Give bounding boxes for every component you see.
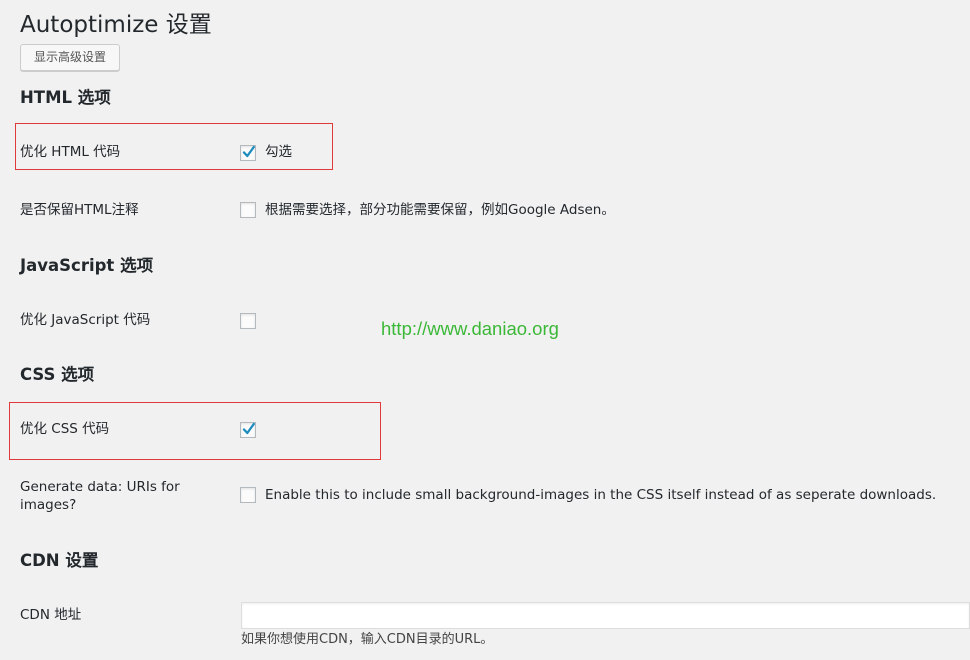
keep-html-comments-label: 是否保留HTML注释 (20, 202, 139, 218)
cdn-url-description: 如果你想使用CDN，输入CDN目录的URL。 (241, 632, 494, 647)
optimize-javascript-checkbox[interactable] (240, 313, 256, 329)
cdn-url-input[interactable] (241, 602, 970, 629)
cdn-url-label: CDN 地址 (20, 607, 82, 623)
optimize-javascript-label: 优化 JavaScript 代码 (20, 312, 151, 328)
section-title-css: CSS 选项 (20, 365, 95, 384)
optimize-html-label: 优化 HTML 代码 (20, 144, 121, 160)
checkmark-icon (242, 145, 255, 158)
optimize-css-label: 优化 CSS 代码 (20, 421, 110, 437)
page-title: Autoptimize 设置 (20, 12, 212, 38)
checkmark-icon (242, 422, 255, 435)
optimize-css-checkbox[interactable] (240, 422, 256, 438)
keep-html-comments-checkbox-text: 根据需要选择，部分功能需要保留，例如Google Adsen。 (265, 202, 615, 218)
section-title-javascript: JavaScript 选项 (20, 256, 154, 275)
generate-data-uris-checkbox-text: Enable this to include small background-… (265, 487, 937, 503)
show-advanced-settings-button[interactable]: 显示高级设置 (20, 44, 120, 71)
optimize-html-checkbox[interactable] (240, 145, 256, 161)
watermark-url: http://www.daniao.org (381, 318, 559, 339)
generate-data-uris-checkbox[interactable] (240, 487, 256, 503)
generate-data-uris-label: Generate data: URIs for images? (20, 479, 180, 513)
section-title-html: HTML 选项 (20, 88, 111, 107)
optimize-html-checkbox-text: 勾选 (265, 144, 292, 160)
keep-html-comments-checkbox[interactable] (240, 202, 256, 218)
section-title-cdn: CDN 设置 (20, 551, 99, 570)
